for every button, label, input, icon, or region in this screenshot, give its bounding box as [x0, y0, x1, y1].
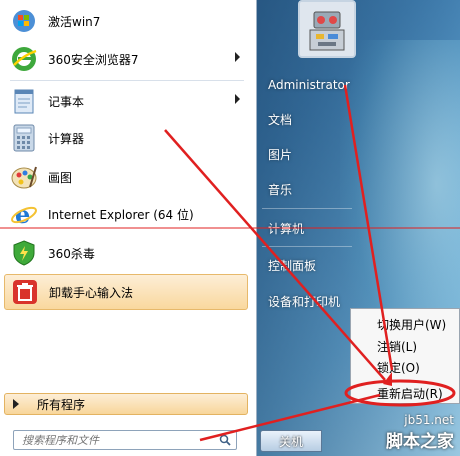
paint-icon: [8, 161, 40, 193]
360-antivirus-icon: [8, 237, 40, 269]
watermark-name: 脚本之家: [386, 432, 454, 452]
calculator-icon: [8, 122, 40, 154]
menu-item-restart[interactable]: 重新启动(R): [377, 385, 443, 403]
program-item-360-browser[interactable]: 360安全浏览器7: [4, 42, 248, 76]
program-item-uninstall-ime[interactable]: 卸载手心输入法: [4, 274, 248, 310]
program-label: 卸载手心输入法: [49, 285, 134, 300]
program-label: 360安全浏览器7: [48, 52, 139, 67]
menu-item-switch-user[interactable]: 切换用户(W): [377, 316, 446, 334]
360-browser-icon: [8, 43, 40, 75]
submenu-arrow-icon: [235, 94, 240, 104]
search-icon[interactable]: [219, 434, 231, 446]
notepad-icon: [8, 85, 40, 117]
documents-link[interactable]: 文档: [260, 108, 350, 130]
search-box[interactable]: [13, 430, 237, 450]
watermark: jb51.net 脚本之家: [386, 413, 454, 452]
separator: [10, 80, 244, 81]
win7-activation-icon: [8, 5, 40, 37]
shutdown-options-menu: 切换用户(W) 注销(L) 锁定(O) 重新启动(R): [350, 308, 460, 404]
program-label: 激活win7: [48, 14, 101, 29]
user-avatar[interactable]: [298, 0, 356, 58]
ie-icon: e: [8, 198, 40, 230]
separator: [262, 208, 352, 209]
search-input[interactable]: [14, 432, 214, 448]
separator: [262, 246, 352, 247]
program-item-internet-explorer[interactable]: e Internet Explorer (64 位): [4, 197, 248, 231]
program-label: 画图: [48, 170, 73, 185]
program-item-activate-win7[interactable]: 激活win7: [4, 4, 248, 38]
program-item-paint[interactable]: 画图: [4, 160, 248, 194]
computer-link[interactable]: 计算机: [260, 217, 350, 239]
program-item-360-antivirus[interactable]: 360杀毒: [4, 236, 248, 270]
program-label: Internet Explorer (64 位): [48, 207, 194, 222]
robot-avatar-icon: [300, 2, 354, 56]
submenu-arrow-icon: [235, 52, 240, 62]
shutdown-button[interactable]: 关机: [260, 430, 322, 452]
pictures-link[interactable]: 图片: [260, 143, 350, 165]
watermark-url: jb51.net: [404, 413, 454, 427]
music-link[interactable]: 音乐: [260, 178, 350, 200]
user-name-link[interactable]: Administrator: [260, 74, 350, 96]
expand-arrow-icon: [13, 399, 19, 409]
devices-printers-link[interactable]: 设备和打印机: [260, 290, 350, 312]
program-label: 360杀毒: [48, 246, 95, 261]
menu-item-lock[interactable]: 锁定(O): [377, 359, 420, 377]
control-panel-link[interactable]: 控制面板: [260, 254, 350, 276]
program-item-calculator[interactable]: 计算器: [4, 121, 248, 155]
all-programs-label: 所有程序: [37, 397, 86, 412]
program-item-notepad[interactable]: 记事本: [4, 84, 248, 118]
uninstall-icon: [9, 276, 41, 308]
all-programs-button[interactable]: 所有程序: [4, 393, 248, 415]
shutdown-label: 关机: [278, 434, 303, 449]
program-label: 计算器: [48, 131, 85, 146]
program-label: 记事本: [48, 94, 85, 109]
menu-item-log-off[interactable]: 注销(L): [377, 338, 417, 356]
